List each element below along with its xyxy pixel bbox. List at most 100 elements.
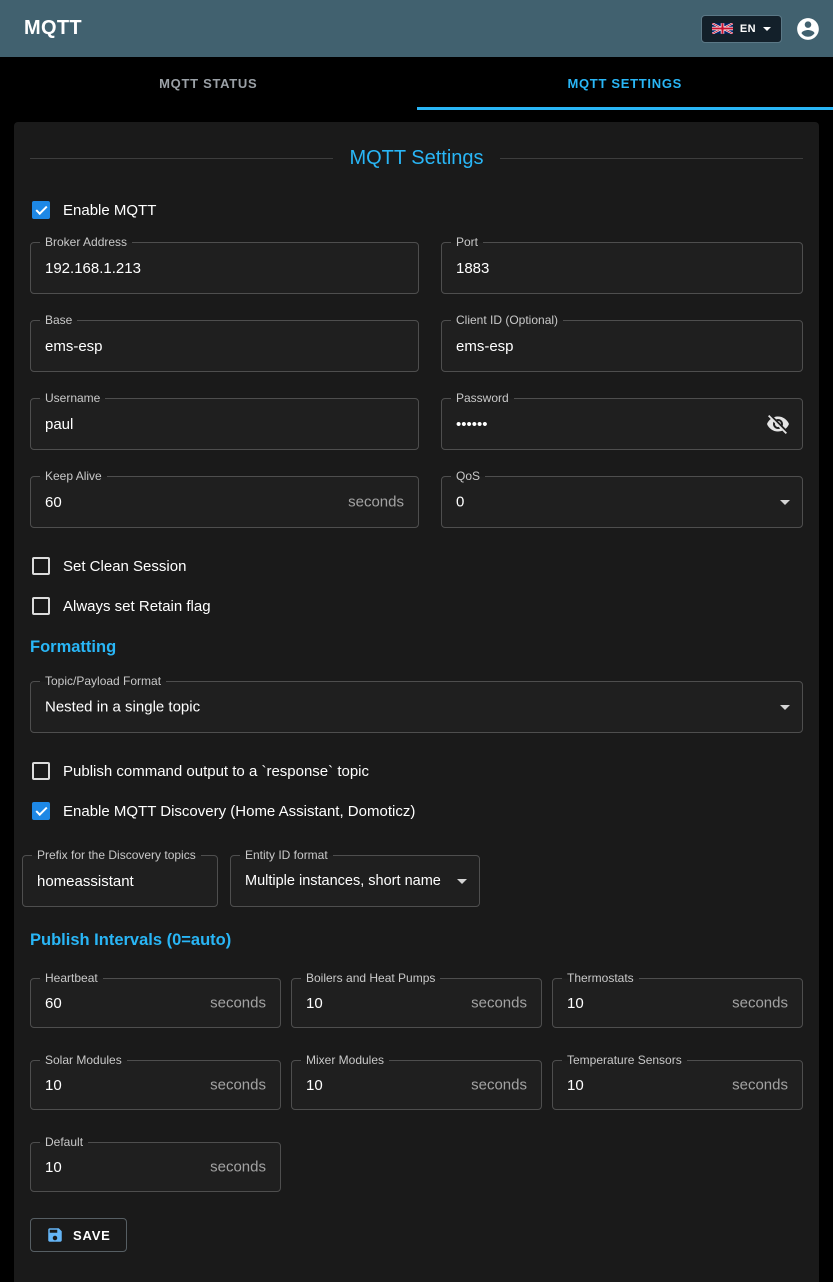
port-label: Port bbox=[451, 236, 483, 249]
discovery-options-row: Prefix for the Discovery topics Entity I… bbox=[22, 855, 803, 907]
credentials-row: Username Password bbox=[30, 398, 803, 450]
entity-id-format-select[interactable]: Entity ID format Multiple instances, sho… bbox=[230, 855, 480, 907]
solar-input[interactable] bbox=[31, 1061, 280, 1109]
base-field: Base bbox=[30, 320, 419, 372]
topic-format-row: Topic/Payload Format Nested in a single … bbox=[30, 681, 803, 733]
tab-mqtt-settings-label: MQTT SETTINGS bbox=[567, 76, 682, 91]
topic-format-label: Topic/Payload Format bbox=[40, 675, 166, 688]
broker-address-label: Broker Address bbox=[40, 236, 132, 249]
uk-flag-icon bbox=[712, 23, 733, 34]
thermostats-interval-field: Thermostats seconds bbox=[552, 978, 803, 1028]
password-field: Password bbox=[441, 398, 803, 450]
account-button[interactable] bbox=[795, 16, 821, 42]
discovery-prefix-field: Prefix for the Discovery topics bbox=[22, 855, 218, 907]
thermostats-input[interactable] bbox=[553, 979, 802, 1027]
dropdown-arrow-icon bbox=[457, 879, 467, 884]
boilers-interval-field: Boilers and Heat Pumps seconds bbox=[291, 978, 542, 1028]
entity-id-format-value: Multiple instances, short name bbox=[245, 873, 441, 889]
port-input[interactable] bbox=[442, 243, 802, 293]
clean-session-row: Set Clean Session bbox=[30, 554, 803, 578]
retain-flag-label: Always set Retain flag bbox=[63, 598, 211, 615]
publish-response-checkbox[interactable] bbox=[32, 762, 50, 780]
broker-address-field: Broker Address bbox=[30, 242, 419, 294]
base-input[interactable] bbox=[31, 321, 418, 371]
boilers-input[interactable] bbox=[292, 979, 541, 1027]
divider bbox=[500, 158, 803, 159]
mqtt-discovery-label: Enable MQTT Discovery (Home Assistant, D… bbox=[63, 803, 415, 820]
port-field: Port bbox=[441, 242, 803, 294]
dropdown-arrow-icon bbox=[780, 705, 790, 710]
tab-mqtt-status-label: MQTT STATUS bbox=[159, 76, 257, 91]
dropdown-arrow-icon bbox=[780, 500, 790, 505]
publish-response-label: Publish command output to a `response` t… bbox=[63, 763, 369, 780]
client-id-label: Client ID (Optional) bbox=[451, 314, 563, 327]
app-bar-actions: EN bbox=[701, 15, 821, 43]
broker-port-row: Broker Address Port bbox=[30, 242, 803, 294]
formatting-heading: Formatting bbox=[30, 638, 803, 657]
username-field: Username bbox=[30, 398, 419, 450]
language-label: EN bbox=[740, 23, 756, 35]
tab-mqtt-status[interactable]: MQTT STATUS bbox=[0, 57, 417, 110]
retain-flag-checkbox[interactable] bbox=[32, 597, 50, 615]
settings-card: MQTT Settings Enable MQTT Broker Address… bbox=[14, 122, 819, 1282]
toggle-password-visibility-button[interactable] bbox=[762, 408, 794, 440]
keepalive-qos-row: Keep Alive seconds QoS 0 bbox=[30, 476, 803, 528]
base-label: Base bbox=[40, 314, 77, 327]
enable-mqtt-label: Enable MQTT bbox=[63, 202, 156, 219]
client-id-field: Client ID (Optional) bbox=[441, 320, 803, 372]
account-circle-icon bbox=[795, 16, 821, 42]
app-title: MQTT bbox=[24, 17, 82, 40]
entity-id-format-label: Entity ID format bbox=[240, 849, 333, 862]
qos-select[interactable]: QoS 0 bbox=[441, 476, 803, 528]
default-input[interactable] bbox=[31, 1143, 280, 1191]
boilers-label: Boilers and Heat Pumps bbox=[301, 972, 440, 985]
qos-value: 0 bbox=[456, 494, 464, 511]
password-label: Password bbox=[451, 392, 514, 405]
mixer-interval-field: Mixer Modules seconds bbox=[291, 1060, 542, 1110]
thermostats-label: Thermostats bbox=[562, 972, 639, 985]
clean-session-label: Set Clean Session bbox=[63, 558, 186, 575]
solar-label: Solar Modules bbox=[40, 1054, 127, 1067]
broker-address-input[interactable] bbox=[31, 243, 418, 293]
publish-intervals-heading: Publish Intervals (0=auto) bbox=[30, 931, 803, 950]
mqtt-discovery-row: Enable MQTT Discovery (Home Assistant, D… bbox=[30, 799, 803, 823]
default-label: Default bbox=[40, 1136, 88, 1149]
clean-session-checkbox[interactable] bbox=[32, 557, 50, 575]
heartbeat-input[interactable] bbox=[31, 979, 280, 1027]
tab-mqtt-settings[interactable]: MQTT SETTINGS bbox=[417, 57, 833, 110]
temperature-sensors-input[interactable] bbox=[553, 1061, 802, 1109]
qos-label: QoS bbox=[451, 470, 485, 483]
discovery-prefix-input[interactable] bbox=[23, 856, 217, 906]
solar-interval-field: Solar Modules seconds bbox=[30, 1060, 281, 1110]
mixer-input[interactable] bbox=[292, 1061, 541, 1109]
page-title-row: MQTT Settings bbox=[30, 146, 803, 170]
mixer-label: Mixer Modules bbox=[301, 1054, 389, 1067]
save-button-label: SAVE bbox=[73, 1228, 111, 1243]
topic-format-value: Nested in a single topic bbox=[45, 699, 200, 716]
password-input[interactable] bbox=[442, 399, 802, 449]
active-tab-indicator bbox=[417, 107, 833, 110]
client-id-input[interactable] bbox=[442, 321, 802, 371]
default-interval-field: Default seconds bbox=[30, 1142, 281, 1192]
discovery-prefix-label: Prefix for the Discovery topics bbox=[32, 849, 201, 862]
keep-alive-field: Keep Alive seconds bbox=[30, 476, 419, 528]
page-title: MQTT Settings bbox=[349, 147, 483, 170]
app-bar: MQTT EN bbox=[0, 0, 833, 57]
visibility-off-icon bbox=[766, 412, 790, 436]
heartbeat-label: Heartbeat bbox=[40, 972, 103, 985]
base-clientid-row: Base Client ID (Optional) bbox=[30, 320, 803, 372]
chevron-down-icon bbox=[763, 27, 771, 31]
mqtt-discovery-checkbox[interactable] bbox=[32, 802, 50, 820]
enable-mqtt-row: Enable MQTT bbox=[30, 198, 803, 222]
username-input[interactable] bbox=[31, 399, 418, 449]
save-icon bbox=[46, 1226, 64, 1244]
keep-alive-input[interactable] bbox=[31, 477, 418, 527]
keep-alive-label: Keep Alive bbox=[40, 470, 107, 483]
save-button[interactable]: SAVE bbox=[30, 1218, 127, 1252]
topic-format-select[interactable]: Topic/Payload Format Nested in a single … bbox=[30, 681, 803, 733]
enable-mqtt-checkbox[interactable] bbox=[32, 201, 50, 219]
heartbeat-interval-field: Heartbeat seconds bbox=[30, 978, 281, 1028]
tab-bar: MQTT STATUS MQTT SETTINGS bbox=[0, 57, 833, 110]
language-selector[interactable]: EN bbox=[701, 15, 782, 43]
publish-response-row: Publish command output to a `response` t… bbox=[30, 759, 803, 783]
